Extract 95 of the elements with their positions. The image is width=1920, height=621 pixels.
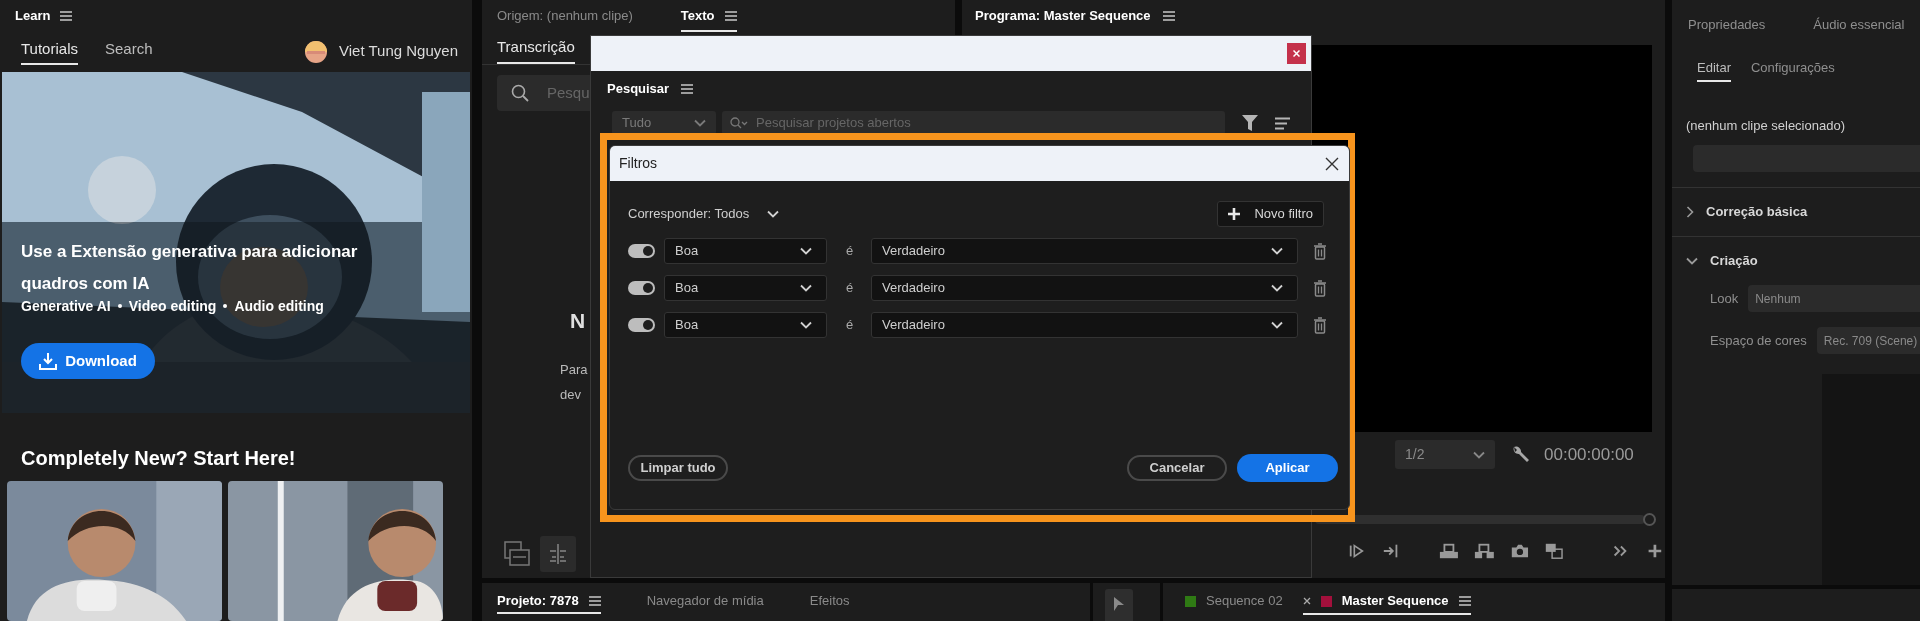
hero-title: Use a Extensão generativa para adicionar quadros com IA xyxy=(21,240,359,295)
sequence-tab[interactable]: Sequence 02 xyxy=(1185,589,1283,615)
tab[interactable]: Tutorials xyxy=(21,38,78,65)
clear-all-button[interactable]: Limpar tudo xyxy=(628,455,728,481)
panel-tab[interactable]: Texto xyxy=(680,6,737,32)
panel-tab[interactable]: Áudio essencial xyxy=(1813,15,1905,35)
dropdown[interactable]: Nenhum xyxy=(1748,285,1920,312)
chevron-down-icon xyxy=(1686,257,1698,265)
plus-icon xyxy=(1228,208,1241,220)
panel-tab[interactable]: Projeto: 7878 xyxy=(497,590,601,614)
playhead-handle[interactable] xyxy=(1643,513,1656,526)
field-label: Espaço de cores xyxy=(1710,331,1807,350)
chevron-right-icon xyxy=(1686,206,1694,218)
download-button[interactable]: Download xyxy=(21,342,155,379)
search-icon xyxy=(730,117,748,129)
trash-icon[interactable] xyxy=(1313,316,1327,334)
close-icon[interactable] xyxy=(1302,597,1311,605)
panel-tab[interactable]: Efeitos xyxy=(809,590,850,614)
dropdown[interactable]: Rec. 709 (Scene) xyxy=(1816,327,1920,354)
list-icon[interactable] xyxy=(1275,116,1291,130)
chevron-down-icon xyxy=(694,119,706,127)
toggle-switch[interactable] xyxy=(628,281,655,295)
chevron-down-icon xyxy=(1271,321,1283,329)
field-dropdown[interactable]: Boa xyxy=(664,238,827,264)
message-text: Para xyxy=(560,361,588,379)
clip-label: (nenhum clipe selecionado) xyxy=(1686,117,1845,136)
download-icon xyxy=(39,351,58,370)
operator-label: é xyxy=(846,242,855,261)
section-heading: Completely New? Start Here! xyxy=(21,446,296,469)
search-icon xyxy=(511,84,529,102)
chevron-down-icon xyxy=(800,284,812,292)
scrub-bar[interactable] xyxy=(1315,515,1645,524)
chevron-down-icon xyxy=(1271,247,1283,255)
trash-icon[interactable] xyxy=(1313,242,1327,260)
menu-icon[interactable] xyxy=(681,84,694,94)
clip-icon[interactable] xyxy=(504,541,530,567)
close-icon[interactable] xyxy=(1325,156,1339,171)
chevron-down-icon xyxy=(767,210,780,218)
operator-label: é xyxy=(846,316,855,335)
split-icon xyxy=(547,543,569,565)
toggle-switch[interactable] xyxy=(628,318,655,332)
menu-icon[interactable] xyxy=(588,596,601,606)
sequence-tab[interactable]: Master Sequence xyxy=(1302,589,1471,615)
cancel-button[interactable]: Cancelar xyxy=(1127,455,1227,481)
chevron-down-icon xyxy=(1271,284,1283,292)
message-title: N xyxy=(570,308,586,334)
arrow-icon xyxy=(1113,596,1125,612)
lift-icon[interactable] xyxy=(1438,541,1461,561)
dialog-title: Filtros xyxy=(619,154,658,173)
menu-icon[interactable] xyxy=(60,10,73,21)
message-text: dev xyxy=(560,386,582,404)
section-header[interactable]: Criação xyxy=(1672,249,1920,273)
value-dropdown[interactable]: Verdadeiro xyxy=(871,275,1298,301)
panel-title: Programa: Master Sequence xyxy=(975,7,1151,26)
tag-label: Video editing xyxy=(128,296,217,316)
tag-label: Generative AI xyxy=(21,296,111,316)
panel-title: Pesquisar xyxy=(607,80,670,99)
tab[interactable]: Editar xyxy=(1697,57,1731,83)
close-icon xyxy=(1293,50,1300,57)
avatar-icon[interactable] xyxy=(305,40,327,63)
panel-tab[interactable]: Propriedades xyxy=(1688,15,1766,35)
menu-icon[interactable] xyxy=(724,11,737,21)
section-header[interactable]: Correção básica xyxy=(1672,200,1920,224)
value-dropdown[interactable]: Verdadeiro xyxy=(871,238,1298,264)
menu-icon[interactable] xyxy=(1458,596,1471,606)
value-dropdown[interactable]: Verdadeiro xyxy=(871,312,1298,338)
field-dropdown[interactable]: Boa xyxy=(664,312,827,338)
filter-icon[interactable] xyxy=(1242,114,1258,132)
extract-icon[interactable] xyxy=(1474,541,1496,561)
tab[interactable]: Search xyxy=(104,38,153,65)
chevron-down-icon xyxy=(800,321,812,329)
compare-icon[interactable] xyxy=(1543,541,1564,561)
match-dropdown[interactable]: Corresponder: Todos xyxy=(628,204,780,224)
menu-icon[interactable] xyxy=(1162,11,1175,21)
field-dropdown[interactable]: Boa xyxy=(664,275,827,301)
operator-label: é xyxy=(846,279,855,298)
zoom-dropdown[interactable]: 1/2 xyxy=(1395,440,1495,469)
chevron-down-icon xyxy=(1473,450,1485,459)
trash-icon[interactable] xyxy=(1313,279,1327,297)
panel-tab[interactable]: Origem: (nenhum clipe) xyxy=(497,6,633,32)
tab[interactable]: Transcrição xyxy=(497,35,575,64)
apply-button[interactable]: Aplicar xyxy=(1237,454,1338,482)
tab[interactable]: Configurações xyxy=(1750,57,1835,83)
close-button[interactable] xyxy=(1287,43,1306,64)
field-label: Look xyxy=(1710,289,1739,308)
panel-title: Learn xyxy=(15,6,51,25)
panel-tab[interactable]: Navegador de mídia xyxy=(646,590,764,614)
new-filter-button[interactable]: Novo filtro xyxy=(1217,201,1324,227)
toggle-switch[interactable] xyxy=(628,244,655,258)
tag-label: Audio editing xyxy=(234,296,324,316)
selection-tool-button[interactable] xyxy=(1105,589,1133,621)
timecode: 00:00:00:00 xyxy=(1544,443,1634,466)
split-button[interactable] xyxy=(540,536,576,572)
chevron-down-icon xyxy=(800,247,812,255)
user-name: Viet Tung Nguyen xyxy=(339,41,458,62)
